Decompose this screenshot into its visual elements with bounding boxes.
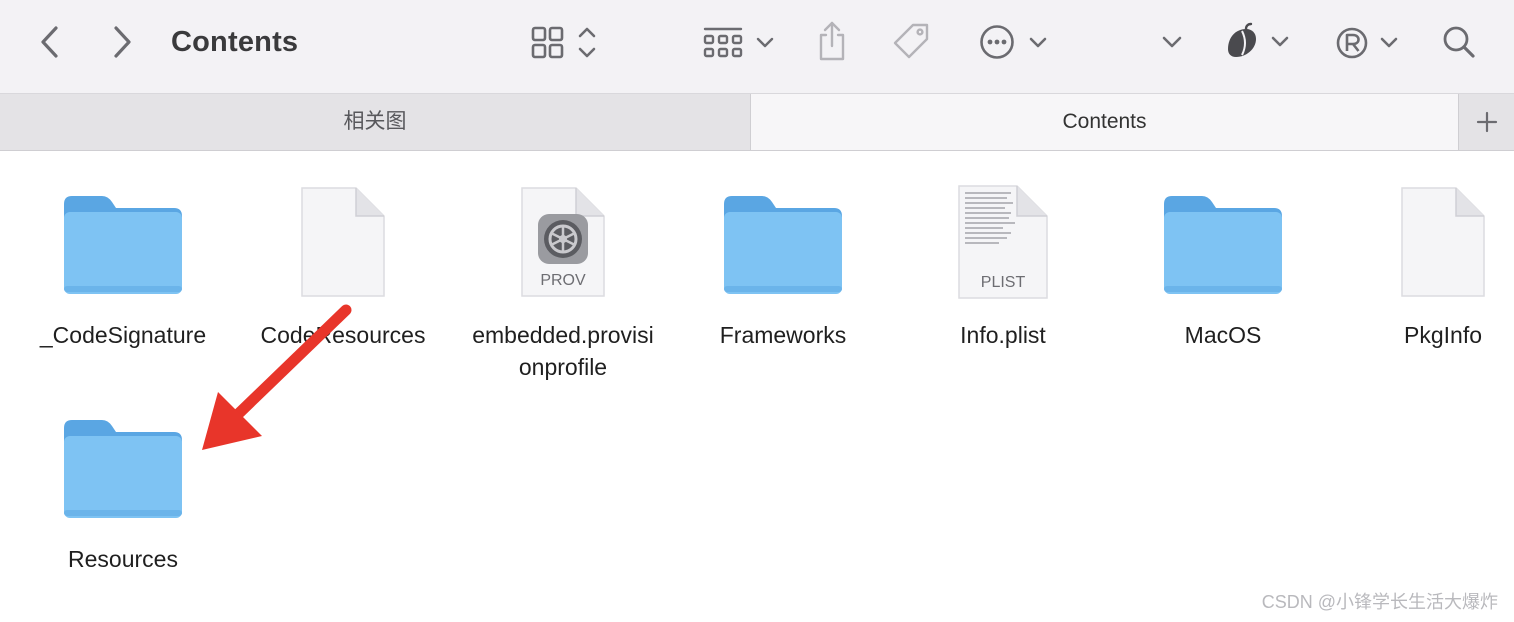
registered-icon: [1336, 27, 1398, 59]
share-icon: [819, 21, 845, 61]
file-grid: _CodeSignature CodeResources PROV embedd…: [0, 152, 1514, 622]
file-item[interactable]: _CodeSignature: [13, 182, 233, 382]
tag-button[interactable]: [888, 18, 934, 64]
more-icon: [980, 25, 1047, 59]
tag-icon: [893, 23, 929, 59]
file-badge: PROV: [540, 272, 586, 289]
new-tab-button[interactable]: [1459, 94, 1514, 150]
back-icon: [41, 26, 58, 58]
dropdown-icon: [1162, 36, 1182, 48]
group-button[interactable]: [698, 20, 778, 64]
document-icon: [1401, 187, 1485, 297]
file-item[interactable]: PROV embedded.provisi onprofile: [453, 182, 673, 402]
folder-icon: [724, 196, 842, 294]
plus-icon: [1476, 111, 1497, 133]
file-name: Frameworks: [719, 322, 847, 348]
toolbar: Contents: [0, 0, 1514, 94]
document-icon: [301, 187, 385, 297]
tab-related[interactable]: 相关图: [0, 94, 751, 150]
file-name: PkgInfo: [1404, 322, 1482, 348]
file-name-line1: embedded.provisi: [472, 322, 654, 348]
registered-extension-button[interactable]: [1332, 20, 1404, 64]
grid-view-icon: [531, 26, 596, 59]
folder-icon: [64, 420, 182, 518]
folder-icon: [64, 196, 182, 294]
watermark: CSDN @小锋学长生活大爆炸: [1261, 592, 1498, 612]
forward-button[interactable]: [102, 22, 142, 62]
more-actions-button[interactable]: [974, 20, 1054, 64]
file-name: Info.plist: [960, 322, 1046, 348]
file-item[interactable]: MacOS: [1113, 182, 1333, 382]
file-badge: PLIST: [980, 274, 1026, 291]
file-name: CodeResources: [260, 322, 426, 348]
acorn-extension-button[interactable]: [1222, 18, 1294, 64]
file-item[interactable]: PkgInfo: [1333, 182, 1514, 382]
tab-bar: 相关图 Contents: [0, 94, 1514, 151]
forward-icon: [114, 26, 131, 58]
file-name: _CodeSignature: [39, 322, 207, 348]
file-item[interactable]: CodeResources: [233, 182, 453, 382]
folder-icon: [1164, 196, 1282, 294]
share-button[interactable]: [810, 18, 854, 64]
acorn-icon: [1228, 22, 1289, 57]
view-mode-button[interactable]: [522, 20, 602, 64]
search-button[interactable]: [1436, 20, 1482, 64]
group-icon: [703, 27, 774, 58]
dropdown-button[interactable]: [1156, 24, 1188, 60]
tab-contents[interactable]: Contents: [751, 94, 1459, 150]
file-name: Resources: [68, 546, 178, 572]
search-icon: [1443, 26, 1475, 58]
file-name-line2: onprofile: [518, 354, 608, 380]
file-item[interactable]: Frameworks: [673, 182, 893, 382]
back-button[interactable]: [30, 22, 70, 62]
window-title: Contents: [171, 26, 299, 58]
file-item-resources[interactable]: Resources: [13, 406, 233, 606]
file-name: MacOS: [1184, 322, 1262, 348]
file-item[interactable]: PLIST Info.plist: [893, 182, 1113, 382]
